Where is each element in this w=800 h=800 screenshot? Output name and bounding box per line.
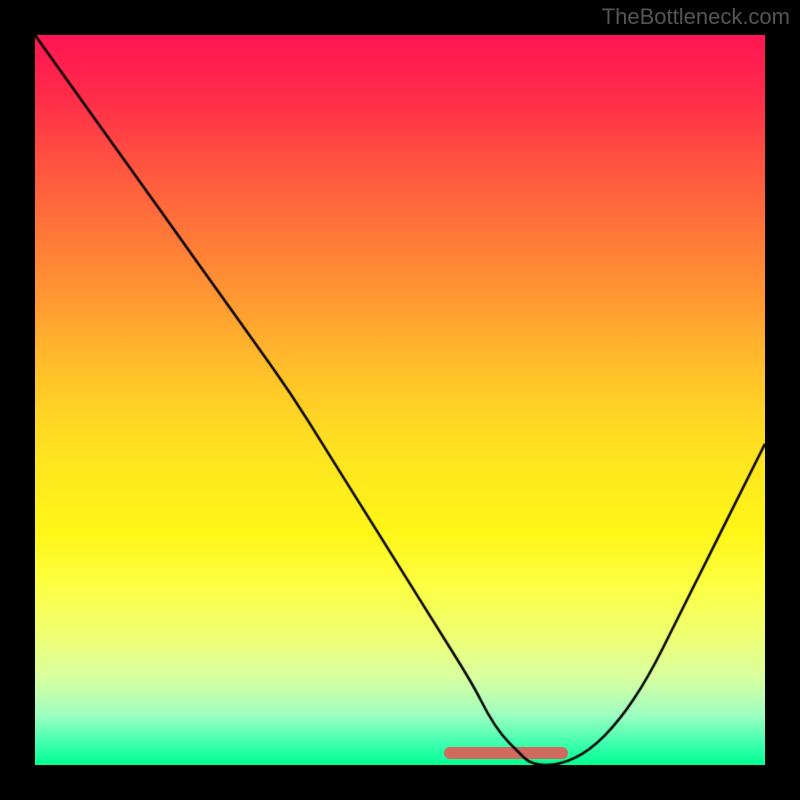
chart-background-gradient — [35, 35, 765, 765]
watermark-text: TheBottleneck.com — [602, 4, 790, 30]
sweet-spot-marker — [444, 747, 568, 759]
